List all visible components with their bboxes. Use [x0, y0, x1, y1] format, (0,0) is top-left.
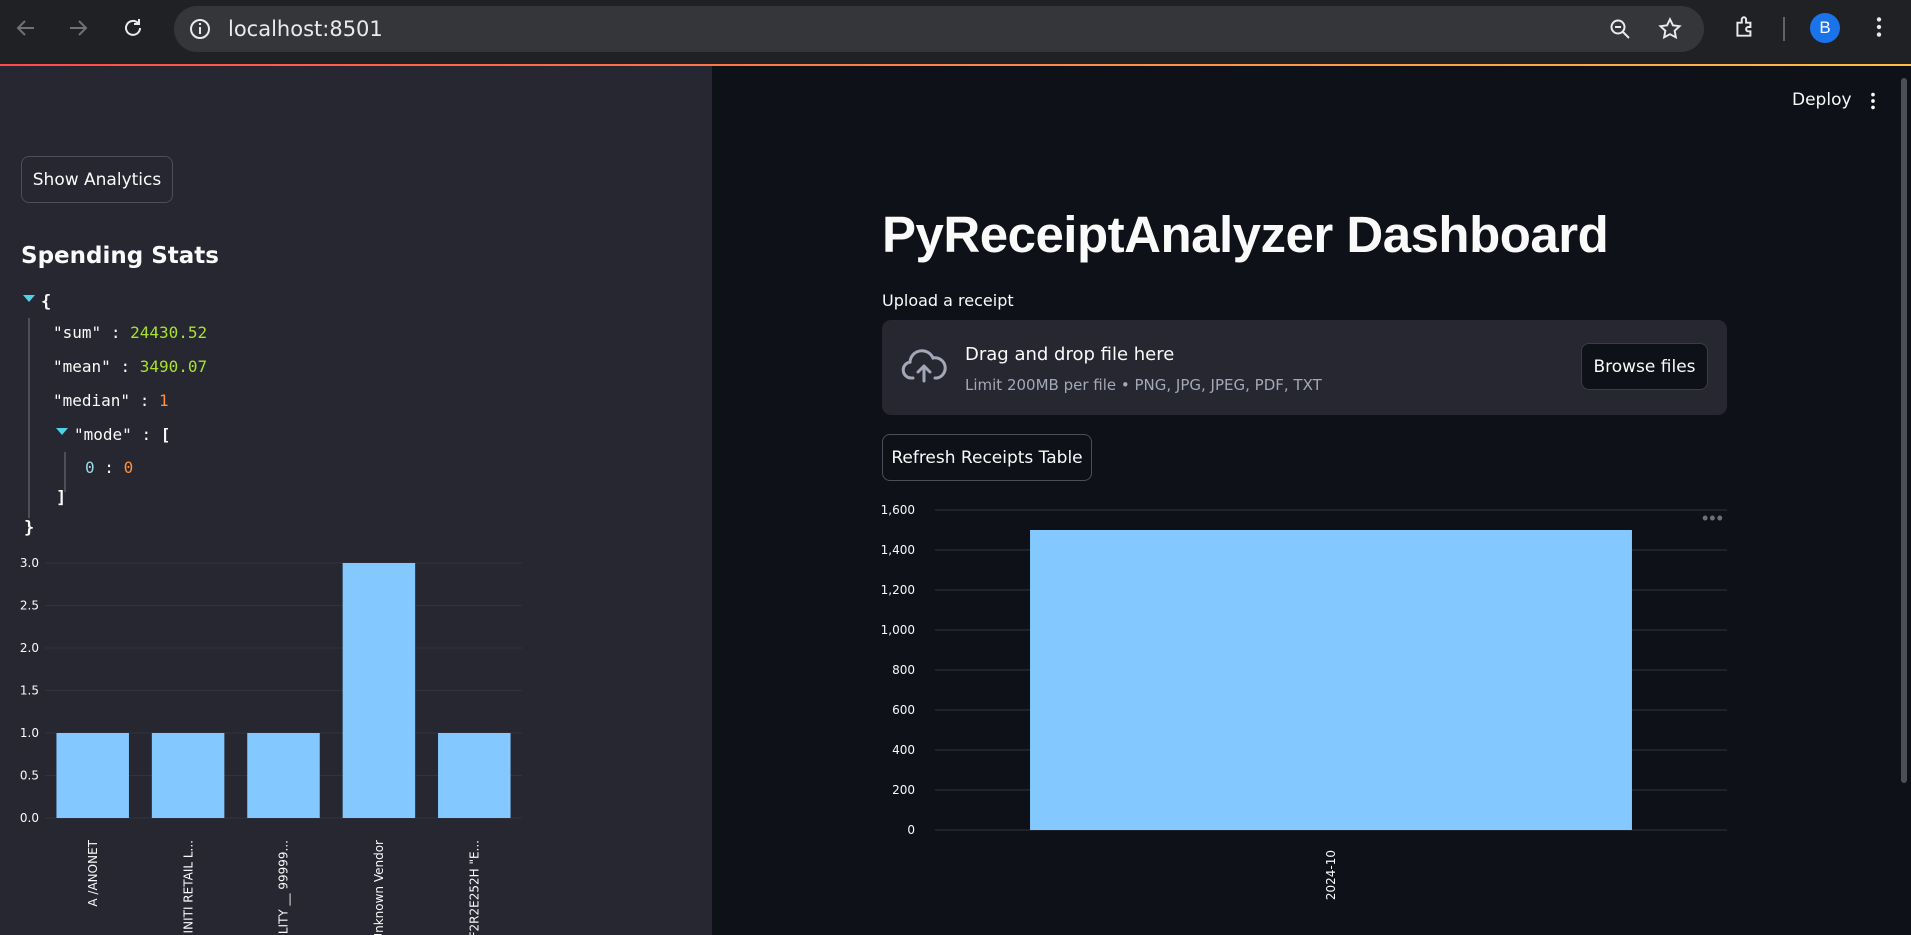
vendor-count-chart: 0.0 0.5 1.0 1.5 2.0 2.5 3.0 A /ANONET INITI RETA…: [20, 556, 522, 935]
extensions-icon[interactable]: [1732, 14, 1758, 45]
browser-toolbar: localhost:8501 B: [0, 0, 1911, 64]
zoom-icon[interactable]: [1608, 17, 1632, 46]
file-dropzone[interactable]: Drag and drop file here Limit 200MB per …: [882, 320, 1727, 415]
json-index: 0: [85, 458, 95, 477]
y-tick-label: 0.0: [20, 811, 39, 825]
y-tick-label: 1,600: [881, 503, 915, 517]
toolbar-separator: [1783, 17, 1785, 41]
json-row-median: "median" : 1: [53, 391, 169, 410]
reload-icon[interactable]: [119, 14, 147, 42]
json-row-sum: "sum" : 24430.52: [53, 323, 207, 342]
y-tick-label: 1,400: [881, 543, 915, 557]
json-key: "mode": [74, 425, 132, 444]
deploy-button[interactable]: Deploy: [1792, 90, 1852, 110]
monthly-spending-chart: 0 200 400 600 800 1,000 1,200 1,400 1,600 2024-10: [881, 503, 1727, 900]
json-value: 1: [158, 391, 169, 410]
json-key: "sum": [53, 323, 102, 342]
json-colon: :: [139, 391, 150, 410]
bar: [1030, 530, 1632, 830]
dropzone-instructions: Drag and drop file here: [965, 344, 1175, 365]
bar: [56, 733, 129, 818]
json-colon: :: [120, 357, 131, 376]
refresh-receipts-button[interactable]: Refresh Receipts Table: [882, 434, 1092, 481]
x-tick-label: INITI RETAIL L...: [181, 840, 195, 933]
profile-avatar[interactable]: B: [1810, 13, 1840, 43]
dropzone-limits: Limit 200MB per file • PNG, JPG, JPEG, P…: [965, 376, 1322, 394]
json-key: "mean": [53, 357, 111, 376]
json-key: "median": [53, 391, 131, 410]
json-guide-line: [28, 318, 30, 518]
upload-label: Upload a receipt: [882, 291, 1014, 310]
json-colon: :: [104, 458, 114, 477]
bar: [342, 563, 416, 818]
x-tick-label: A /ANONET: [86, 839, 100, 906]
x-tick-label: 2024-10: [1324, 850, 1338, 900]
page-title: PyReceiptAnalyzer Dashboard: [882, 206, 1609, 263]
collapse-triangle-icon[interactable]: [23, 295, 35, 302]
json-guide-line: [64, 452, 66, 492]
info-icon[interactable]: [188, 17, 212, 46]
x-tick-label: LITY __ 99999...: [277, 840, 291, 934]
y-tick-label: 1,200: [881, 583, 915, 597]
json-row-mode: "mode" : [: [74, 425, 170, 444]
url-text[interactable]: localhost:8501: [228, 17, 383, 41]
json-open-brace: {: [41, 292, 52, 312]
spending-stats-heading: Spending Stats: [21, 243, 219, 269]
show-analytics-button[interactable]: Show Analytics: [21, 156, 173, 203]
y-tick-label: 2.0: [20, 641, 39, 655]
y-tick-label: 600: [892, 703, 915, 717]
y-tick-label: 0.5: [20, 769, 39, 783]
bar: [247, 733, 320, 818]
y-tick-label: 2.5: [20, 599, 39, 613]
y-tick-label: 1.0: [20, 726, 39, 740]
json-colon: :: [141, 425, 152, 444]
json-row-mean: "mean" : 3490.07: [53, 357, 207, 376]
x-tick-label: F2R2E252H "E...: [468, 840, 482, 935]
cloud-upload-icon: [901, 348, 947, 391]
y-tick-label: 200: [892, 783, 915, 797]
json-value: 3490.07: [139, 357, 208, 376]
browse-files-button[interactable]: Browse files: [1581, 343, 1708, 390]
json-value: 24430.52: [130, 323, 208, 342]
y-tick-label: 3.0: [20, 556, 39, 570]
json-value: 0: [123, 458, 134, 477]
json-close-bracket: ]: [56, 488, 67, 508]
x-tick-label: Unknown Vendor: [372, 840, 386, 935]
address-bar[interactable]: localhost:8501: [174, 6, 1704, 52]
forward-icon[interactable]: [64, 14, 92, 42]
main-scrollbar[interactable]: [1901, 78, 1907, 783]
bar: [438, 733, 511, 818]
json-close-brace: }: [24, 518, 35, 538]
back-icon[interactable]: [12, 14, 40, 42]
star-icon[interactable]: [1657, 16, 1683, 47]
json-row-mode-0: 0 : 0: [85, 458, 133, 477]
collapse-triangle-icon[interactable]: [56, 428, 68, 435]
y-tick-label: 0: [907, 823, 915, 837]
y-tick-label: 400: [892, 743, 915, 757]
y-tick-label: 1,000: [881, 623, 915, 637]
json-open-bracket: [: [160, 425, 171, 444]
y-tick-label: 800: [892, 663, 915, 677]
app-menu-icon[interactable]: [1862, 89, 1884, 118]
y-tick-label: 1.5: [20, 684, 39, 698]
chart-menu-icon[interactable]: •••: [1702, 508, 1724, 529]
json-colon: :: [110, 323, 121, 342]
bar: [151, 733, 225, 818]
kebab-menu-icon[interactable]: [1866, 14, 1892, 45]
